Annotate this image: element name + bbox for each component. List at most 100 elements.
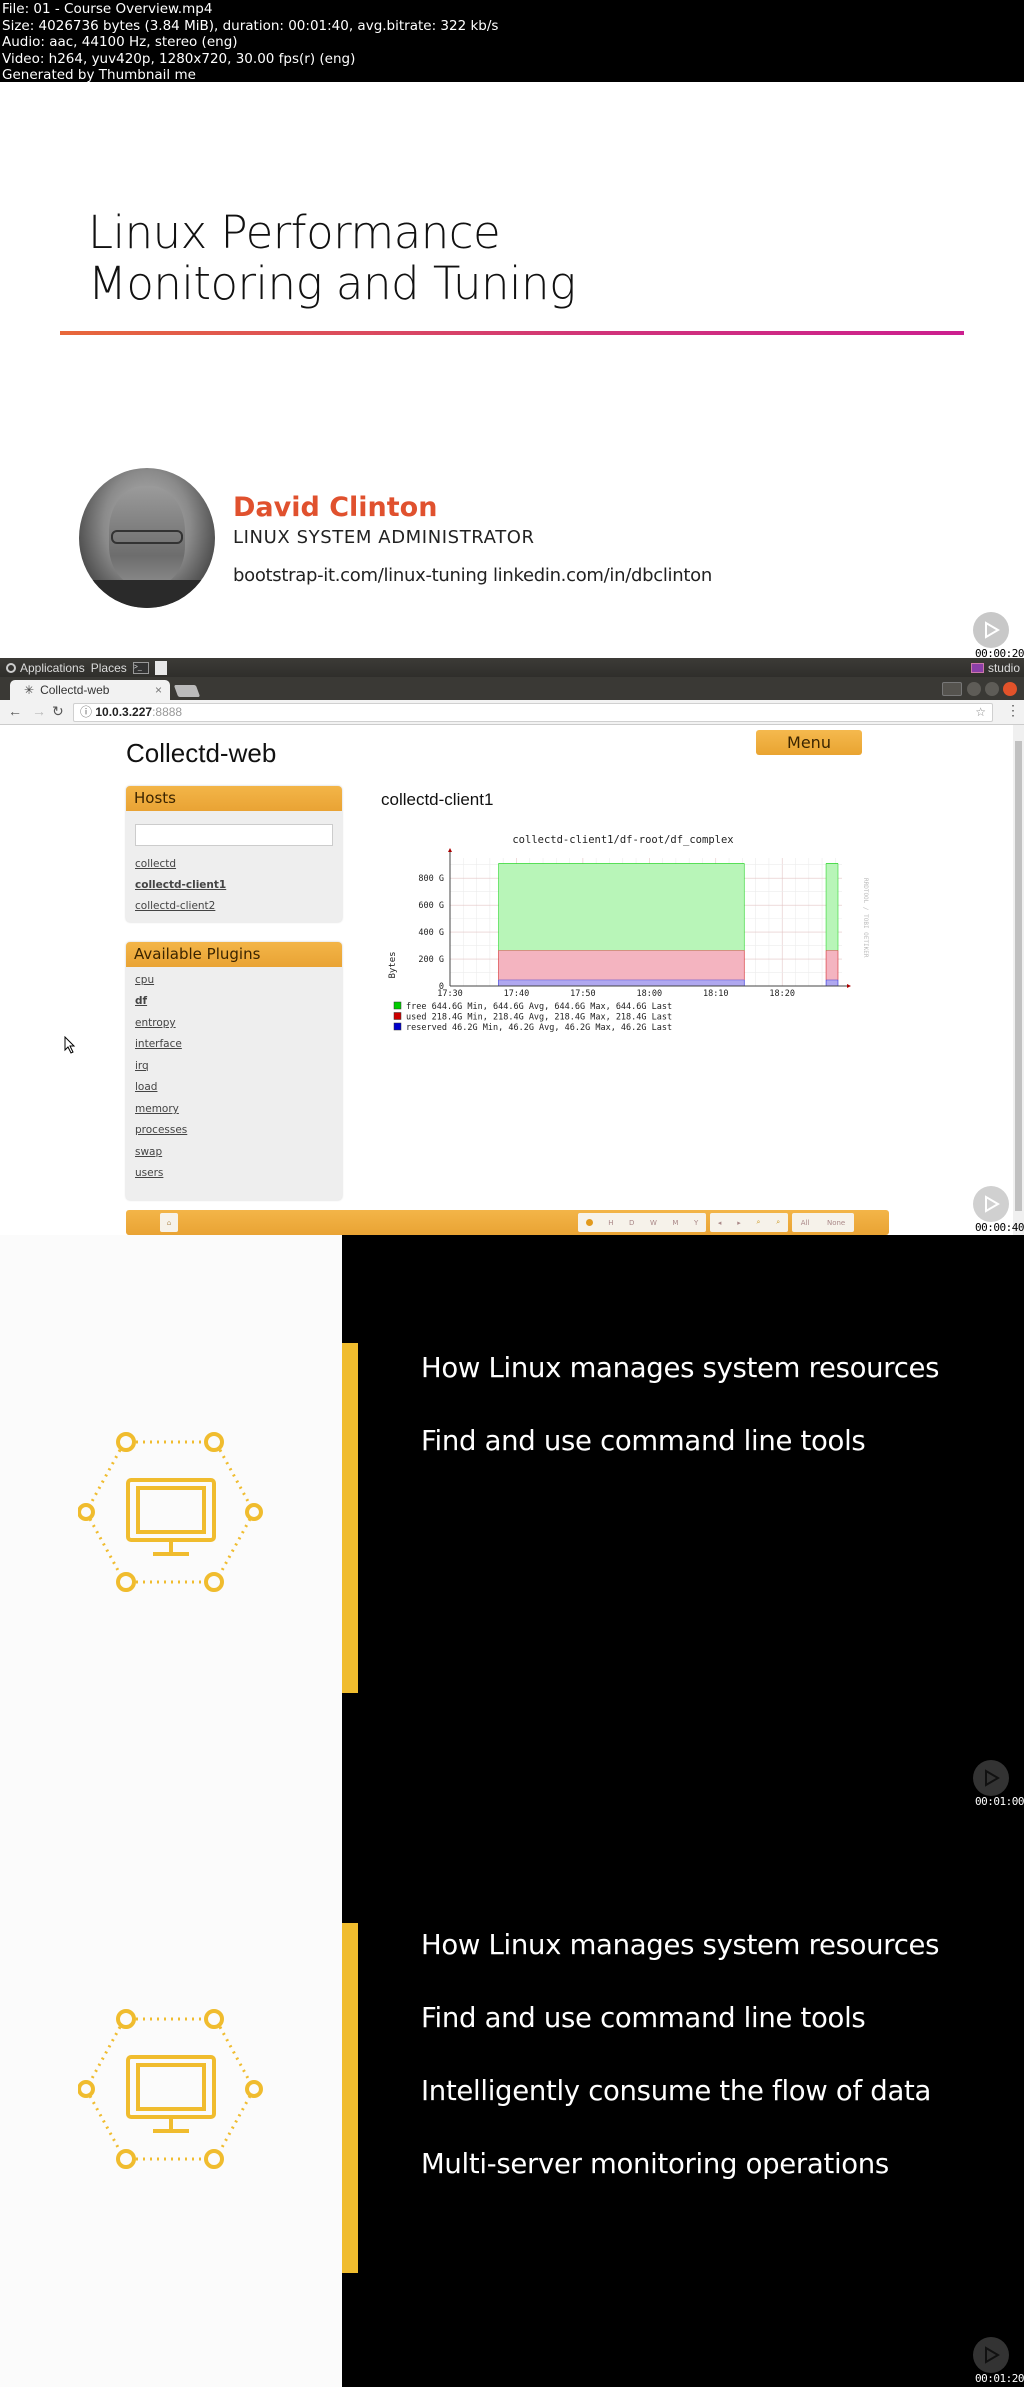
address-bar[interactable]: ⓘ 10.0.3.227:8888 ☆ bbox=[73, 703, 993, 722]
audio-line: Audio: aac, 44100 Hz, stereo (eng) bbox=[2, 34, 238, 50]
range-hour-button[interactable]: H bbox=[608, 1219, 613, 1227]
minimize-button[interactable] bbox=[967, 682, 981, 696]
address-port: :8888 bbox=[152, 705, 183, 719]
tab-close-icon[interactable]: × bbox=[155, 683, 162, 697]
area-free bbox=[826, 863, 839, 951]
area-reserved bbox=[498, 979, 745, 986]
new-tab-button[interactable] bbox=[173, 685, 201, 697]
hosts-header: Hosts bbox=[126, 786, 342, 811]
plugin-link[interactable]: cpu bbox=[135, 974, 154, 986]
y-tick-label: 600 G bbox=[418, 901, 444, 911]
collectd-favicon-icon: ✳ bbox=[24, 683, 35, 697]
y-tick-label: 0 bbox=[439, 982, 444, 992]
y-tick-label: 200 G bbox=[418, 955, 444, 965]
monitor-icon bbox=[970, 662, 984, 673]
places-menu[interactable]: Places bbox=[91, 661, 127, 675]
x-tick-label: 18:00 bbox=[637, 989, 663, 999]
applications-label: Applications bbox=[20, 660, 85, 675]
plugin-link[interactable]: processes bbox=[135, 1124, 187, 1136]
home-button[interactable]: ⌂ bbox=[160, 1213, 178, 1232]
x-tick-label: 18:10 bbox=[703, 989, 729, 999]
timestamp: 00:01:20 bbox=[975, 2372, 1024, 2385]
maximize-button[interactable] bbox=[985, 682, 999, 696]
legend-swatch-reserved bbox=[393, 1022, 402, 1031]
menu-button[interactable]: Menu bbox=[756, 730, 862, 755]
bookmark-star-icon[interactable]: ☆ bbox=[975, 704, 986, 721]
back-icon[interactable]: ← bbox=[8, 703, 22, 719]
plugin-link[interactable]: entropy bbox=[135, 1017, 176, 1029]
range-week-button[interactable]: W bbox=[650, 1219, 657, 1227]
accent-bar bbox=[342, 1923, 358, 2273]
plugin-link[interactable]: load bbox=[135, 1081, 157, 1093]
desktop-panel: Applications Places >_ studio bbox=[0, 658, 1024, 677]
video-line: Video: h264, yuv420p, 1280x720, 30.00 fp… bbox=[2, 50, 356, 67]
x-tick-label: 18:20 bbox=[769, 989, 795, 999]
mouse-cursor-icon bbox=[64, 1036, 76, 1054]
monitor-network-icon bbox=[78, 1432, 263, 1592]
plugin-link[interactable]: users bbox=[135, 1167, 163, 1179]
plugin-link[interactable]: irq bbox=[135, 1060, 149, 1072]
editor-launcher[interactable] bbox=[154, 660, 167, 675]
play-icon[interactable] bbox=[973, 1186, 1009, 1222]
page-scrollbar[interactable] bbox=[1013, 725, 1024, 1235]
terminal-launcher[interactable]: >_ bbox=[132, 661, 149, 674]
plugin-link[interactable]: interface bbox=[135, 1038, 182, 1050]
clock-icon[interactable] bbox=[585, 1219, 593, 1226]
area-used bbox=[498, 950, 745, 980]
range-month-button[interactable]: M bbox=[672, 1219, 678, 1227]
df-graph[interactable]: collectd-client1/df-root/df_complex Byte… bbox=[380, 820, 870, 1040]
course-title-line2: Monitoring and Tuning bbox=[88, 257, 576, 310]
plugin-link[interactable]: memory bbox=[135, 1103, 179, 1115]
browser-menu-icon[interactable]: ⋮ bbox=[1006, 702, 1020, 719]
places-label: Places bbox=[90, 660, 127, 675]
objective-item: Multi-server monitoring operations bbox=[421, 2148, 889, 2180]
forward-icon[interactable]: → bbox=[32, 703, 46, 719]
y-axis-label: Bytes bbox=[388, 951, 398, 978]
scrollbar-thumb[interactable] bbox=[1015, 741, 1022, 1211]
hosts-panel: Hosts collectd collectd-client1 collectd… bbox=[126, 786, 342, 922]
objective-item: Find and use command line tools bbox=[421, 1425, 866, 1457]
host-link[interactable]: collectd-client2 bbox=[135, 900, 215, 912]
y-axis-arrow bbox=[448, 848, 452, 852]
host-link-selected[interactable]: collectd-client1 bbox=[135, 879, 226, 891]
reload-icon[interactable]: ↻ bbox=[52, 703, 64, 720]
monitor-network-icon bbox=[78, 2009, 263, 2169]
play-icon[interactable] bbox=[973, 612, 1009, 648]
zoom-in-icon[interactable]: ⌕ bbox=[756, 1218, 760, 1227]
browser-tab[interactable]: ✳ Collectd-web × bbox=[10, 680, 170, 700]
play-icon[interactable] bbox=[973, 2337, 1009, 2373]
profile-icon[interactable] bbox=[942, 682, 962, 696]
range-day-button[interactable]: D bbox=[629, 1219, 634, 1227]
text-editor-icon bbox=[154, 660, 167, 675]
file-info-header: File: 01 - Course Overview.mp4 Size: 402… bbox=[0, 0, 1024, 83]
select-all-button[interactable]: All bbox=[801, 1219, 810, 1227]
tab-title: Collectd-web bbox=[40, 683, 110, 697]
timestamp: 00:01:00 bbox=[975, 1795, 1024, 1808]
legend-entry-free: free 644.6G Min, 644.6G Avg, 644.6G Max,… bbox=[406, 1002, 672, 1012]
workspace-label: studio bbox=[987, 660, 1020, 675]
plugins-panel: Available Plugins cpu df entropy interfa… bbox=[126, 942, 342, 1200]
legend-swatch-free bbox=[393, 1001, 402, 1010]
host-link[interactable]: collectd bbox=[135, 858, 176, 870]
applications-menu[interactable]: Applications bbox=[6, 661, 85, 675]
terminal-icon: >_ bbox=[132, 661, 149, 674]
plugin-link-selected[interactable]: df bbox=[135, 995, 147, 1007]
plugin-link[interactable]: swap bbox=[135, 1146, 162, 1158]
range-year-button[interactable]: Y bbox=[694, 1219, 698, 1227]
legend-entry-reserved: reserved 46.2G Min, 46.2G Avg, 46.2G Max… bbox=[406, 1023, 672, 1033]
select-none-button[interactable]: None bbox=[827, 1219, 845, 1227]
info-icon: ⓘ bbox=[80, 705, 96, 719]
zoom-out-icon[interactable]: ⌕ bbox=[776, 1218, 780, 1227]
play-icon[interactable] bbox=[973, 1760, 1009, 1796]
pan-left-button[interactable]: ◂ bbox=[718, 1219, 722, 1227]
pan-right-button[interactable]: ▸ bbox=[737, 1219, 741, 1227]
close-window-button[interactable] bbox=[1003, 682, 1017, 696]
x-tick-label: 17:50 bbox=[570, 989, 596, 999]
course-title: Linux Performance Monitoring and Tuning bbox=[88, 207, 576, 309]
navigation-group: ◂ ▸ ⌕ ⌕ bbox=[710, 1213, 788, 1232]
workspace-indicator[interactable]: studio bbox=[970, 660, 1020, 675]
author-links: bootstrap-it.com/linux-tuning linkedin.c… bbox=[233, 565, 712, 586]
selection-group: All None bbox=[792, 1213, 854, 1232]
host-search-input[interactable] bbox=[135, 824, 333, 846]
x-tick-label: 17:40 bbox=[504, 989, 530, 999]
